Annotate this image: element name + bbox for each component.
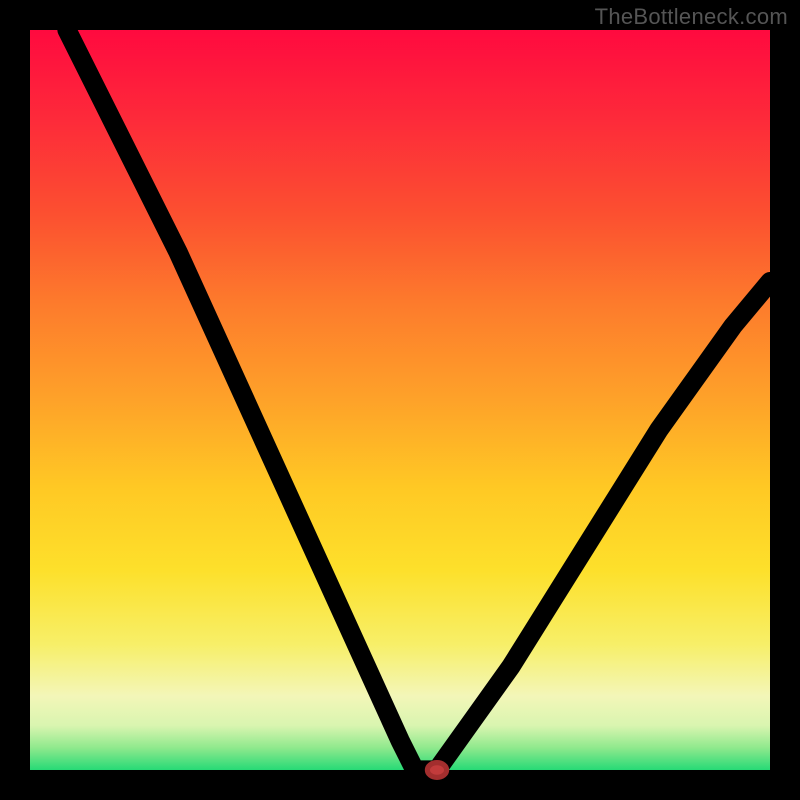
optimum-marker xyxy=(427,763,446,778)
chart-frame: TheBottleneck.com xyxy=(0,0,800,800)
bottleneck-curve xyxy=(67,30,770,770)
chart-svg xyxy=(30,30,770,770)
watermark-text: TheBottleneck.com xyxy=(595,4,788,30)
chart-plot-area xyxy=(30,30,770,770)
